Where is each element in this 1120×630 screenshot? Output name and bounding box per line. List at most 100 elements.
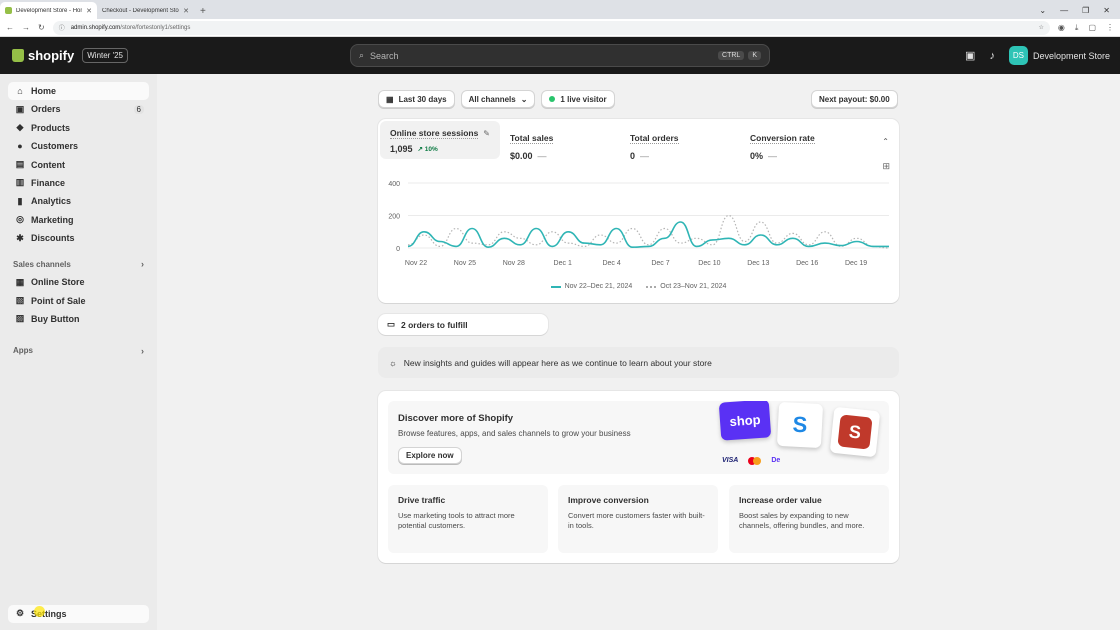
bookmark-star-icon[interactable]: ☆ [1039,24,1044,31]
search-input[interactable]: ⌕ Search CTRL K [350,44,770,67]
gear-icon: ⚙ [15,608,25,619]
shopify-favicon-icon [5,7,12,14]
sidebar-item-buy-button[interactable]: ▨ Buy Button [8,310,149,328]
explore-now-button[interactable]: Explore now [398,447,462,464]
notification-bell-icon[interactable]: ♪ [989,50,995,62]
search-icon: ⌕ [359,50,365,60]
sidebar-item-marketing[interactable]: ◎ Marketing [8,211,149,229]
bank-icon: ▥ [15,177,25,188]
metric-sessions[interactable]: Online store sessions ✎ 1,095 ↗ 10% [380,121,500,159]
extensions-icon[interactable]: ▢ [1088,23,1096,33]
window-controls: ⌄ — ❐ ✕ [1029,6,1120,19]
trend-value: 10% [424,146,438,153]
tip-increase-order-value[interactable]: Increase order value Boost sales by expa… [729,485,889,553]
legend-solid-swatch [550,285,561,288]
sidebar-item-orders[interactable]: ▣ Orders 6 [8,100,149,118]
sidekick-icon[interactable]: ▣ [965,49,975,62]
sidebar-item-point-of-sale[interactable]: ▧ Point of Sale [8,292,149,310]
mastercard-icon [748,457,762,465]
sidebar-item-products[interactable]: ◆ Products [8,119,149,137]
home-icon: ⌂ [17,86,23,96]
lightbulb-icon: ☼ [389,357,397,368]
tip-desc: Boost sales by expanding to new channels… [739,511,865,530]
payment-icons: VISA De [722,457,780,465]
browser-tab-home[interactable]: Development Store - Home - Sh ✕ [0,2,97,19]
channels-label: All channels [468,94,516,104]
chart-legend: Nov 22–Dec 21, 2024 Oct 23–Nov 21, 2024 [378,283,899,290]
orders-to-fulfill-button[interactable]: ▭ 2 orders to fulfill [378,314,548,335]
sales-channels-header[interactable]: Sales channels › [8,255,149,273]
x-tick-label: Dec 7 [651,260,669,267]
no-comparison-dash-icon: — [640,151,650,161]
next-payout-button[interactable]: Next payout: $0.00 [811,90,898,108]
minimize-icon[interactable]: — [1060,6,1068,15]
target-icon: ◎ [16,214,24,225]
sidebar-item-settings[interactable]: ⚙ Settings [8,604,149,623]
search-placeholder: Search [370,50,399,61]
date-range-button[interactable]: ▦ Last 30 days [378,90,455,108]
edit-pencil-icon[interactable]: ✎ [483,129,490,138]
new-tab-button[interactable]: + [194,6,212,19]
sidebar-item-customers[interactable]: ● Customers [8,137,149,155]
apps-header[interactable]: Apps › [8,342,149,360]
sidebar-item-online-store[interactable]: ▦ Online Store [8,273,149,291]
metric-total-sales[interactable]: Total sales $0.00 — [500,121,620,161]
close-window-icon[interactable]: ✕ [1103,6,1110,15]
forward-icon[interactable]: → [22,23,30,32]
url-input[interactable]: ⓘ admin.shopify.com/store/fortestonly1/s… [52,20,1050,35]
legend-label: Oct 23–Nov 21, 2024 [660,283,727,290]
live-visitors-button[interactable]: 1 live visitor [541,90,615,108]
sidebar-item-content[interactable]: ▤ Content [8,156,149,174]
topbar-actions: ▣ ♪ DS Development Store [965,46,1110,65]
inbox-icon: ▭ [387,319,396,329]
store-switcher[interactable]: DS Development Store [1008,46,1110,65]
edition-badge[interactable]: Winter '25 [82,48,128,63]
restore-icon[interactable]: ❐ [1082,6,1089,15]
site-info-icon[interactable]: ⓘ [59,23,65,32]
pos-icon: ▧ [15,295,25,306]
logo-text: shopify [28,48,75,63]
tip-title: Drive traffic [398,495,446,505]
metric-title: Online store sessions [390,128,479,139]
channels-select[interactable]: All channels ⌄ [460,90,536,108]
x-tick-label: Dec 1 [554,260,572,267]
sidebar-item-analytics[interactable]: ▮ Analytics [8,192,149,210]
shopify-logo[interactable]: shopify [12,48,74,63]
chevron-down-icon[interactable]: ⌄ [1039,6,1046,15]
browser-menu-icon[interactable]: ⋮ [1106,23,1114,33]
shop-app-icon: shop [718,401,772,441]
shortcut-key: K [748,51,761,60]
metric-total-orders[interactable]: Total orders 0 — [620,121,740,161]
discover-subtitle: Browse features, apps, and sales channel… [398,429,631,438]
sidebar-item-label: Orders [31,104,61,115]
collapse-chevron-icon[interactable]: ⌃ [882,137,889,146]
metric-conversion-rate[interactable]: Conversion rate 0% — [740,121,860,161]
tip-drive-traffic[interactable]: Drive traffic Use marketing tools to att… [388,485,548,553]
sales-channels-label: Sales channels [13,259,71,269]
red-app-letter: S [837,414,873,450]
store-icon: ▦ [15,276,25,287]
close-tab-icon[interactable]: ✕ [183,7,189,15]
sidebar-item-label: Customers [31,141,79,152]
metric-title: Total orders [630,133,679,144]
y-tick-label: 400 [388,181,400,188]
browser-tab-checkout[interactable]: Checkout - Development Store ✕ [97,2,194,19]
reload-icon[interactable]: ↻ [38,23,45,32]
back-icon[interactable]: ← [6,23,14,32]
legend-item-previous: Oct 23–Nov 21, 2024 [646,283,726,290]
profile-icon[interactable]: ◉ [1058,23,1065,33]
y-tick-label: 0 [396,246,400,253]
metric-title: Conversion rate [750,133,815,144]
chart-options-icon[interactable]: ⊞ [882,161,890,172]
legend-label: Nov 22–Dec 21, 2024 [564,283,633,290]
tip-improve-conversion[interactable]: Improve conversion Convert more customer… [558,485,718,553]
sidebar-item-finance[interactable]: ▥ Finance [8,174,149,192]
metric-value: 0% [750,151,764,161]
legend-item-current: Nov 22–Dec 21, 2024 [550,283,633,290]
sidebar-item-discounts[interactable]: ✱ Discounts [8,229,149,247]
trend-up-icon: ↗ [417,146,423,153]
close-tab-icon[interactable]: ✕ [86,7,92,15]
sidebar-item-home[interactable]: ⌂ Home [8,82,149,100]
download-icon[interactable]: ⤓ [1075,23,1079,33]
metric-value: $0.00 [510,151,533,161]
